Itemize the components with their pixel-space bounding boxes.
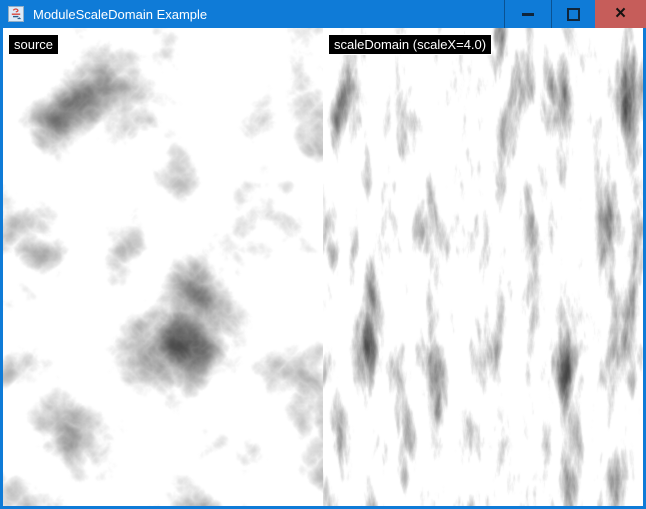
titlebar[interactable]: ModuleScaleDomain Example ×	[0, 0, 646, 28]
java-coffee-cup-icon[interactable]	[7, 5, 25, 23]
maximize-button[interactable]	[551, 0, 595, 28]
window-title: ModuleScaleDomain Example	[33, 7, 207, 22]
source-noise-image	[3, 28, 323, 506]
minimize-icon	[522, 13, 534, 16]
close-icon: ×	[615, 4, 626, 23]
window-controls: ×	[504, 0, 646, 28]
close-button[interactable]: ×	[595, 0, 646, 28]
content-area: source scaleDomain (scaleX=4.0)	[3, 28, 643, 506]
source-label: source	[8, 34, 59, 55]
panel-source: source	[3, 28, 323, 506]
scaledomain-label: scaleDomain (scaleX=4.0)	[328, 34, 492, 55]
app-window: ModuleScaleDomain Example × source scale…	[0, 0, 646, 509]
minimize-button[interactable]	[504, 0, 551, 28]
scaledomain-noise-image	[323, 28, 643, 506]
panel-scaledomain: scaleDomain (scaleX=4.0)	[323, 28, 643, 506]
maximize-icon	[567, 8, 580, 21]
